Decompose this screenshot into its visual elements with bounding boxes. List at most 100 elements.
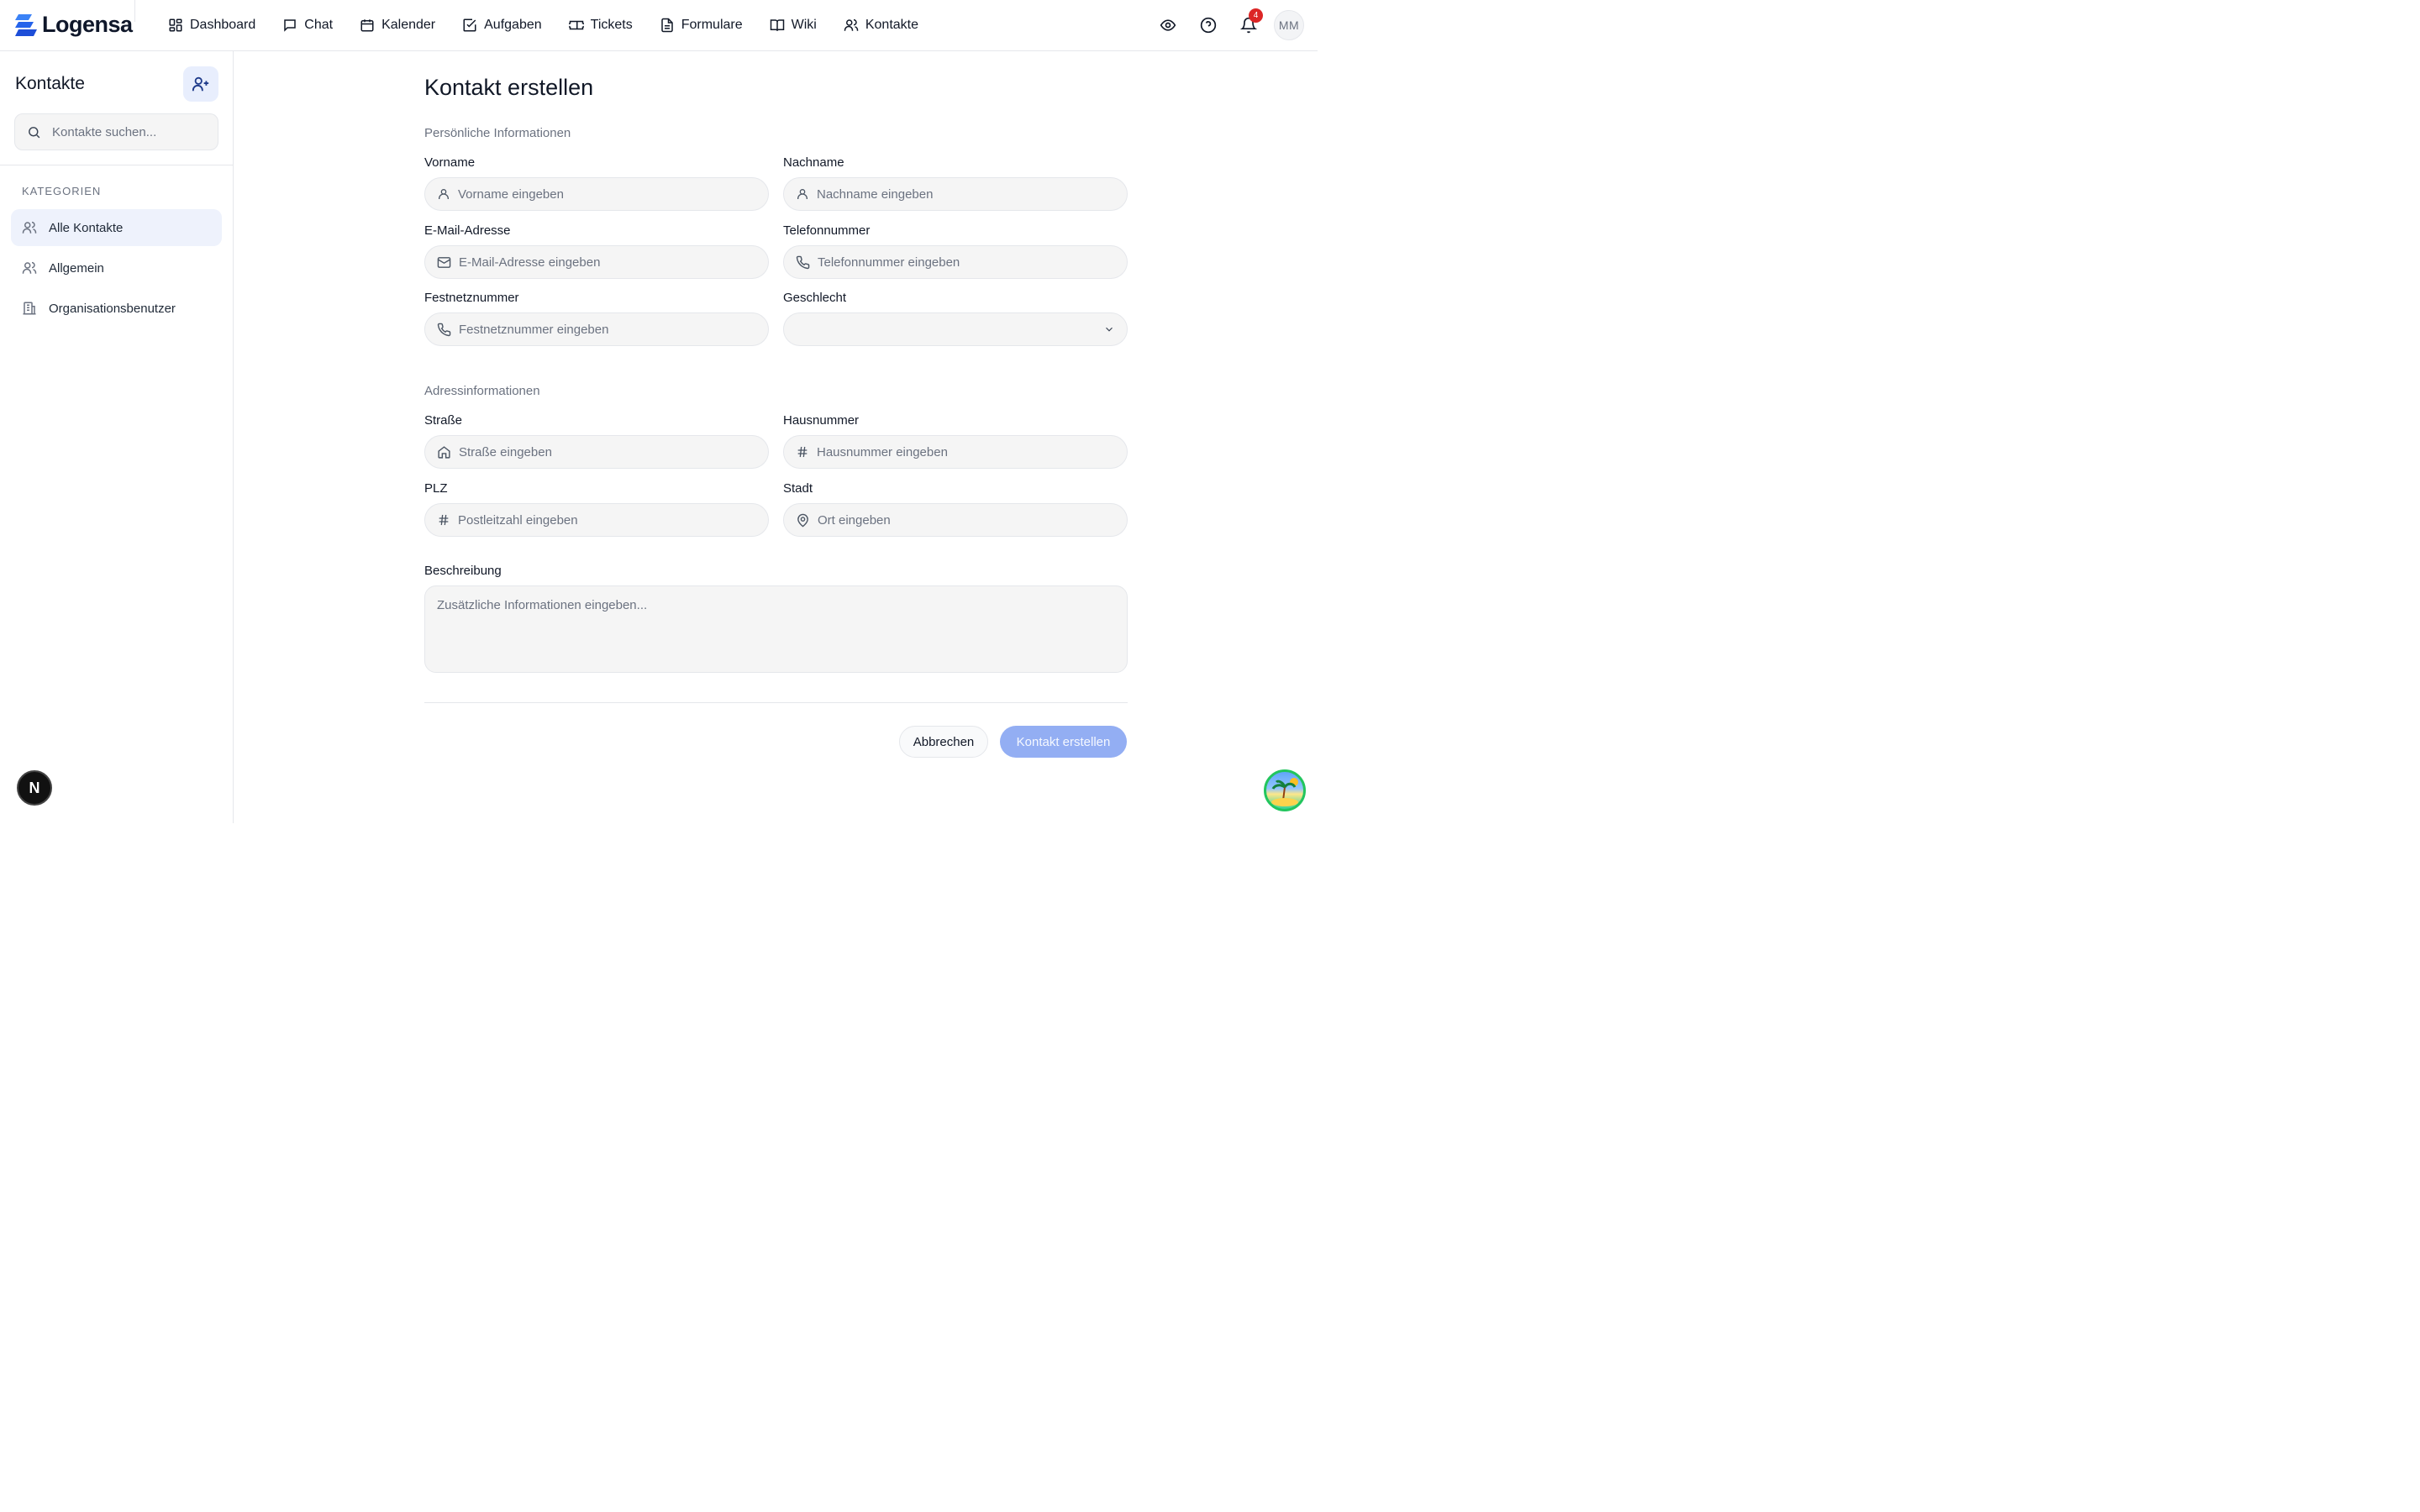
user-icon <box>797 189 808 199</box>
chat-icon <box>284 19 297 32</box>
user-icon <box>439 189 449 199</box>
phone-icon <box>796 255 810 269</box>
email-label: E-Mail-Adresse <box>424 223 511 238</box>
contacts-search <box>14 113 218 150</box>
nav-item-contacts[interactable]: Kontakte <box>830 8 932 42</box>
zip-field: PLZ <box>424 481 769 537</box>
house-number-label: Hausnummer <box>783 413 860 428</box>
help-icon <box>1200 17 1217 34</box>
firstname-input-wrap <box>424 177 769 211</box>
house-number-input[interactable] <box>817 444 1102 459</box>
email-input[interactable] <box>459 255 744 270</box>
hash-icon <box>439 514 449 526</box>
house-number-field: Hausnummer <box>783 413 1128 469</box>
landline-input-wrap <box>424 312 769 346</box>
house-number-input-wrap <box>783 435 1128 469</box>
assistant-widget-button[interactable] <box>1264 769 1306 811</box>
lastname-field: Nachname <box>783 155 1128 211</box>
contacts-search-input[interactable] <box>52 124 203 139</box>
zip-input-wrap <box>424 503 769 537</box>
gender-label: Geschlecht <box>783 291 847 305</box>
sidebar-item-label: Organisationsbenutzer <box>49 301 176 316</box>
help-button[interactable] <box>1193 8 1223 42</box>
city-field: Stadt <box>783 481 1128 537</box>
ticket-icon <box>568 20 584 30</box>
phone-icon <box>437 323 451 336</box>
city-label: Stadt <box>783 481 813 496</box>
nav-label: Kontakte <box>865 18 918 32</box>
gender-select[interactable] <box>783 312 1128 346</box>
mail-icon <box>437 256 451 268</box>
phone-input[interactable] <box>818 255 1103 270</box>
sidebar-item-all-contacts[interactable]: Alle Kontakte <box>11 209 222 246</box>
sidebar-item-organization-users[interactable]: Organisationsbenutzer <box>11 290 222 327</box>
dev-tools-button[interactable]: N <box>17 770 52 806</box>
city-input[interactable] <box>818 512 1103 528</box>
sidebar-title: Kontakte <box>15 74 85 93</box>
hash-icon <box>797 446 808 458</box>
nav-label: Kalender <box>381 18 436 32</box>
logo-separator <box>134 0 135 22</box>
city-input-wrap <box>783 503 1128 537</box>
topbar-actions: 4 MM <box>1153 8 1304 42</box>
user-avatar[interactable]: MM <box>1274 10 1304 40</box>
description-label: Beschreibung <box>424 564 502 578</box>
category-list: Alle Kontakte Allgemein Organisationsben… <box>11 209 222 330</box>
zip-label: PLZ <box>424 481 448 496</box>
users-icon <box>22 221 37 234</box>
nav-label: Dashboard <box>190 18 256 32</box>
page-title: Kontakt erstellen <box>424 75 594 100</box>
street-label: Straße <box>424 413 463 428</box>
phone-input-wrap <box>783 245 1128 279</box>
tasks-icon <box>463 18 476 32</box>
description-textarea[interactable] <box>424 585 1128 673</box>
landline-input[interactable] <box>459 322 744 337</box>
phone-label: Telefonnummer <box>783 223 871 238</box>
nav-label: Wiki <box>791 18 817 32</box>
dev-badge-letter: N <box>29 779 40 796</box>
nav-item-calendar[interactable]: Kalender <box>346 8 449 42</box>
app-logo[interactable]: Logensa <box>15 12 133 38</box>
sidebar-item-general[interactable]: Allgemein <box>11 249 222 286</box>
eye-icon <box>1160 19 1176 31</box>
nav-label: Formulare <box>681 18 743 32</box>
sidebar-item-label: Alle Kontakte <box>49 220 124 235</box>
add-contact-button[interactable] <box>183 66 218 102</box>
map-pin-icon <box>797 513 808 527</box>
email-input-wrap <box>424 245 769 279</box>
firstname-input[interactable] <box>458 186 744 202</box>
nav-item-wiki[interactable]: Wiki <box>756 8 830 42</box>
category-heading: KATEGORIEN <box>22 185 102 197</box>
palm-island-icon <box>1271 778 1298 806</box>
gender-field: Geschlecht <box>783 291 1128 346</box>
firstname-field: Vorname <box>424 155 769 211</box>
cancel-button[interactable]: Abbrechen <box>899 726 988 758</box>
create-contact-button[interactable]: Kontakt erstellen <box>1000 726 1127 758</box>
lastname-input[interactable] <box>817 186 1102 202</box>
preview-button[interactable] <box>1153 8 1183 42</box>
logo-text: Logensa <box>42 12 133 37</box>
form-divider <box>424 702 1128 703</box>
nav-item-forms[interactable]: Formulare <box>646 8 756 42</box>
building-icon <box>23 302 36 315</box>
contacts-icon <box>844 18 859 31</box>
nav-label: Tickets <box>590 18 633 32</box>
notifications-button[interactable]: 4 <box>1234 8 1264 42</box>
lastname-label: Nachname <box>783 155 844 170</box>
section-address-heading: Adressinformationen <box>424 384 540 398</box>
contacts-sidebar: Kontakte KATEGORIEN Alle Kontakte Allgem… <box>0 51 234 823</box>
form-icon <box>660 18 673 33</box>
street-input-wrap <box>424 435 769 469</box>
nav-item-tasks[interactable]: Aufgaben <box>449 8 555 42</box>
zip-input[interactable] <box>458 512 744 528</box>
nav-item-chat[interactable]: Chat <box>269 8 346 42</box>
nav-item-tickets[interactable]: Tickets <box>555 8 646 42</box>
book-icon <box>770 19 784 31</box>
nav-label: Aufgaben <box>484 18 542 32</box>
chevron-down-icon <box>1106 327 1113 332</box>
calendar-icon <box>360 19 374 32</box>
nav-item-dashboard[interactable]: Dashboard <box>155 8 269 42</box>
firstname-label: Vorname <box>424 155 476 170</box>
street-input[interactable] <box>459 444 744 459</box>
phone-field: Telefonnummer <box>783 223 1128 279</box>
